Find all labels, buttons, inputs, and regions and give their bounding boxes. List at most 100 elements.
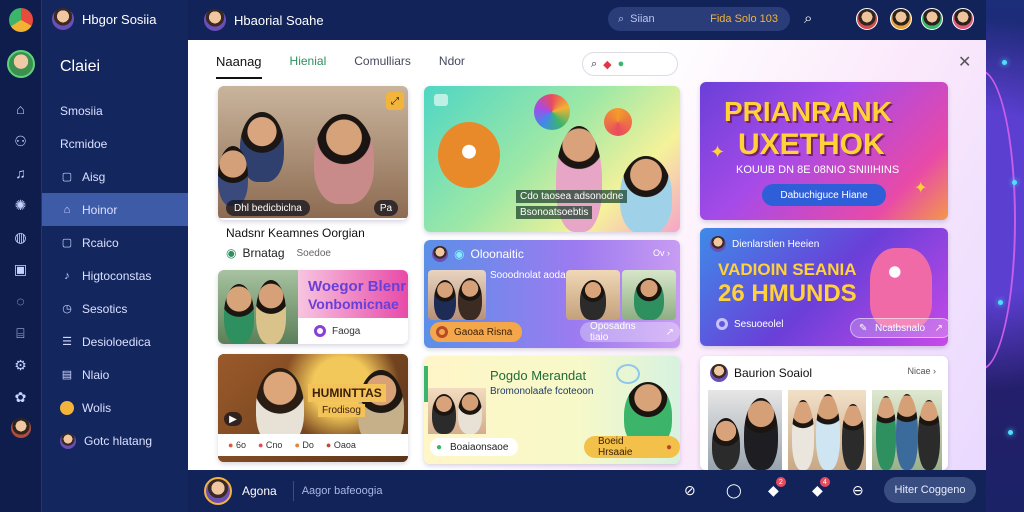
app-logo[interactable] xyxy=(8,8,33,32)
avatar xyxy=(60,432,76,449)
action-label: Do xyxy=(302,440,314,450)
sidebar-item-label: Aisg xyxy=(82,169,106,184)
group-button-2[interactable]: Boeid Hrsaaie ● xyxy=(584,436,680,458)
globe-icon[interactable]: ◍ xyxy=(10,226,32,248)
sidebar-item-aisg[interactable]: ▢ Aisg xyxy=(42,160,188,193)
location-icon[interactable]: ◯ xyxy=(726,482,742,499)
expand-icon[interactable]: ⤢ xyxy=(386,92,404,110)
person xyxy=(314,114,374,204)
decorative-dot xyxy=(1002,60,1007,65)
sidebar-item-rcmidoe[interactable]: Rcmidoe xyxy=(42,127,188,160)
sidebar-item-rcaico[interactable]: ▢ Rcaico xyxy=(42,226,188,259)
sidebar-item-nlaio[interactable]: ▤ Nlaio xyxy=(42,358,188,391)
tab-comulliars[interactable]: Comulliars xyxy=(354,54,411,79)
tab-bar: Naanag Hienial Comulliars Ndor xyxy=(216,54,465,79)
notification-icon[interactable]: ◆ 4 xyxy=(812,477,830,499)
sidebar-item-wolis[interactable]: Wolis xyxy=(42,391,188,424)
sidebar-brand[interactable]: Hbgor Sosiia xyxy=(42,0,188,38)
sidebar-item-higtoconstas[interactable]: ♪ Higtoconstas xyxy=(42,259,188,292)
sidebar-item-desioloedica[interactable]: ☰ Desioloedica xyxy=(42,325,188,358)
contact-avatar[interactable] xyxy=(921,8,943,30)
image-icon xyxy=(434,94,448,106)
gauge-icon[interactable]: ⊖ xyxy=(852,482,864,499)
gallery-meta: Nicae › xyxy=(907,366,936,376)
person xyxy=(458,392,482,434)
action-item[interactable]: ● Oaoa xyxy=(326,440,356,450)
cartoon-card[interactable]: Cdo taosea adsonodne Bsonoatsoebtis xyxy=(424,86,680,232)
person xyxy=(580,280,606,320)
community-card[interactable]: ◉ Oloonaitic Ov › Sooodnolat aodas Gaoaa… xyxy=(424,240,680,348)
group-icon[interactable]: ⚇ xyxy=(10,130,32,152)
video-icon[interactable]: ▣ xyxy=(10,258,32,280)
sidebar-item-label: Wolis xyxy=(82,400,112,415)
chat-icon[interactable]: ◌ xyxy=(10,290,32,312)
footer-search-input[interactable]: Aagor bafeoogia xyxy=(292,481,463,501)
sparkle-icon: ✦ xyxy=(914,180,928,197)
promo-card[interactable]: Woegor Blenr Vonbomicnae Faoga xyxy=(218,270,408,344)
record-icon: ● xyxy=(665,441,672,453)
banner-button[interactable]: Dabuchiguce Hiane xyxy=(762,184,886,206)
sidebar-item-label: Higtoconstas xyxy=(82,268,152,283)
tab-ndor[interactable]: Ndor xyxy=(439,54,465,79)
community-button[interactable]: Gaoaa Risna xyxy=(430,322,523,342)
contact-avatar[interactable] xyxy=(952,8,974,30)
action-item[interactable]: ● Cno xyxy=(258,440,282,450)
footer-action-button[interactable]: Hiter Coggeno xyxy=(884,477,976,503)
gear-icon[interactable]: ⚙ xyxy=(10,354,32,376)
tab-hienial[interactable]: Hienial xyxy=(290,54,327,79)
promo-photo xyxy=(218,270,298,344)
sidebar-item-label: Smosiia xyxy=(60,103,103,118)
account-avatar[interactable] xyxy=(10,418,31,438)
gallery-photo[interactable] xyxy=(708,390,782,470)
action-item[interactable]: ● 6o xyxy=(228,440,246,450)
arrow-icon: ↗ xyxy=(934,322,944,334)
sidebar-item-sesotics[interactable]: ◷ Sesotics xyxy=(42,292,188,325)
event-card[interactable]: Dienlarstien Heeien VADIOIN SEANIA 26 HM… xyxy=(700,228,948,346)
home-icon[interactable]: ⌂ xyxy=(10,98,32,120)
search-icon[interactable]: ⌕ xyxy=(804,10,812,27)
community-button-2[interactable]: Oposadns tiaio ↗ xyxy=(580,321,680,343)
sidebar: Hbgor Sosiia Claiei Smosiia Rcmidoe ▢ Ais… xyxy=(42,0,188,512)
header-search-input[interactable]: ⌕ Siian Fida Solo 103 xyxy=(608,7,790,31)
music-icon[interactable]: ♫ xyxy=(10,162,32,184)
sidebar-item-gotc-hlatang[interactable]: Gotc hlatang xyxy=(42,424,188,457)
top-header: Hbaorial Soahe ⌕ Siian Fida Solo 103 ⌕ xyxy=(188,0,986,40)
gallery-header: Baurion Soaiol xyxy=(710,364,812,382)
action-item[interactable]: ● Do xyxy=(294,440,313,450)
chat-icon[interactable]: ◆ 2 xyxy=(768,477,786,499)
sidebar-item-hoinor[interactable]: ⌂ Hoinor xyxy=(42,193,188,226)
header-avatar[interactable] xyxy=(204,9,226,31)
play-icon[interactable]: ▶ xyxy=(224,412,242,426)
group-card[interactable]: Pogdo Merandat Bromonolaafe fcoteoon ● B… xyxy=(424,356,680,464)
user-avatar[interactable] xyxy=(6,50,35,78)
badge-icon[interactable]: ✿ xyxy=(10,386,32,408)
community-button-label: Gaoaa Risna xyxy=(454,326,513,338)
list-icon: ☰ xyxy=(62,336,72,348)
gallery-photo[interactable] xyxy=(788,390,866,470)
close-icon[interactable]: ✕ xyxy=(958,52,971,72)
promo-button[interactable]: Faoga xyxy=(310,322,369,340)
decorative-ring xyxy=(986,70,1016,370)
post-card[interactable]: Dhl bedicbiclna Pa ⤢ xyxy=(218,86,408,220)
settings-icon[interactable]: ✺ xyxy=(10,194,32,216)
group-button[interactable]: ● Boaiaonsaoe xyxy=(430,438,519,456)
promo-banner-card[interactable]: PRIANRANK UXETHOK KOUUB DN 8E 08NIO SNII… xyxy=(700,82,948,220)
gallery-photo[interactable] xyxy=(872,390,942,470)
video-card[interactable]: HUMINTTAS Frodisog ▶ ● 6o ● Cno ● Do ● O… xyxy=(218,354,408,462)
contact-avatar[interactable] xyxy=(890,8,912,30)
gallery-card[interactable]: Baurion Soaiol Nicae › xyxy=(700,356,948,470)
contact-avatar[interactable] xyxy=(856,8,878,30)
sparkle-icon: ✦ xyxy=(710,142,726,162)
sidebar-item-smosiia[interactable]: Smosiia xyxy=(42,94,188,127)
compass-icon[interactable]: ⊘ xyxy=(684,482,696,499)
person xyxy=(816,394,840,470)
event-button[interactable]: ✎ Ncatbsnalo ↗ xyxy=(850,318,948,338)
content-search[interactable]: ⌕ ◆ ● xyxy=(582,52,678,76)
leaf-icon: ● xyxy=(617,58,625,70)
main-panel: Naanag Hienial Comulliars Ndor ⌕ ◆ ● ✕ D… xyxy=(188,40,986,470)
shop-icon[interactable]: ⌸ xyxy=(10,322,32,344)
tab-naanag[interactable]: Naanag xyxy=(216,54,262,79)
footer-avatar[interactable] xyxy=(204,477,232,505)
post-subtitle: Brnatag xyxy=(242,246,285,260)
cartoon-caption: Cdo taosea adsonodne xyxy=(516,190,628,203)
